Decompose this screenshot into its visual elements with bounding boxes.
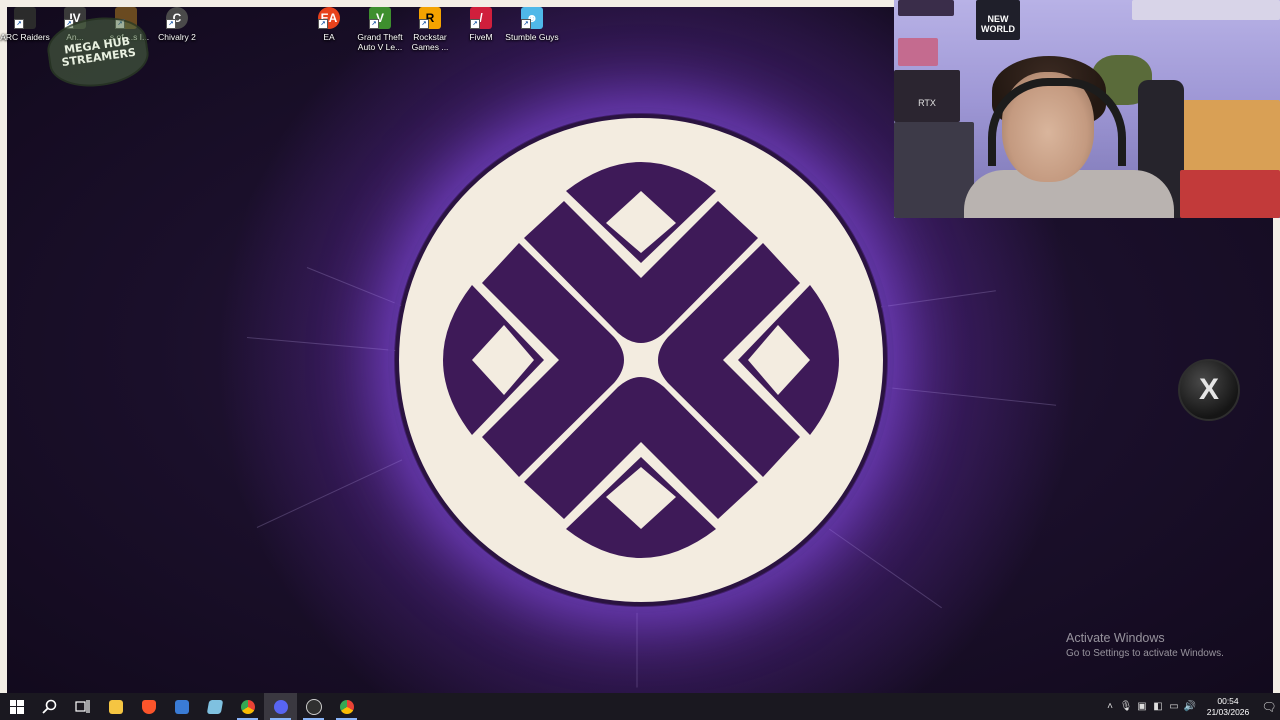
folder-icon [108, 699, 123, 714]
taskbar-app-file-explorer[interactable] [99, 693, 132, 720]
task-view-icon [75, 700, 90, 713]
gpu-box-text: RTX [918, 98, 936, 108]
taskbar: ˄ 🎙 ▣ ◧ ▭ 🔊 00:54 21/03/2026 🗨 [0, 693, 1280, 720]
poster [898, 0, 954, 16]
system-tray: ˄ 🎙 ▣ ◧ ▭ 🔊 00:54 21/03/2026 🗨 [1102, 693, 1280, 720]
desktop-icon-stumble-guys[interactable]: ☻ ↗ Stumble Guys [502, 7, 562, 42]
activate-windows-subtitle: Go to Settings to activate Windows. [1066, 648, 1224, 659]
wallpaper-emblem [394, 113, 888, 607]
rockstar-icon: R ↗ [419, 7, 441, 29]
microphone-icon[interactable]: 🎙 [1118, 701, 1134, 712]
clock-time: 00:54 [1217, 695, 1239, 706]
tray-app-icon[interactable]: ◧ [1150, 701, 1166, 712]
blanket [1180, 170, 1280, 218]
light-ray [876, 290, 996, 308]
poster [898, 38, 938, 66]
light-ray [256, 459, 403, 528]
gta-v-icon: V ↗ [369, 7, 391, 29]
poster-new-world-text: NEW WORLD [981, 14, 1015, 34]
arc-raiders-icon: ↗ [14, 7, 36, 29]
obs-icon [305, 698, 322, 715]
taskbar-app-store[interactable] [165, 693, 198, 720]
desk-shelf [894, 122, 974, 218]
activate-windows-watermark: Activate Windows Go to Settings to activ… [1066, 631, 1224, 659]
overlay-logo-text: MEGA HUB STREAMERS [60, 34, 137, 70]
light-ray [246, 337, 397, 352]
webcam-overlay: NEW WORLD RTX [894, 0, 1280, 218]
taskbar-app-obs[interactable] [297, 693, 330, 720]
ea-icon: EA ↗ [318, 7, 340, 29]
discord-icon [273, 699, 288, 714]
taskbar-clock[interactable]: 00:54 21/03/2026 [1204, 696, 1252, 718]
gpu-box: RTX [894, 70, 960, 122]
activate-windows-title: Activate Windows [1066, 631, 1165, 645]
desktop-icon-label: Chivalry 2 [158, 32, 196, 42]
fivem-icon: / ↗ [470, 7, 492, 29]
chrome-icon [339, 699, 354, 714]
poster-anime [1180, 100, 1280, 180]
desktop-icon-chivalry[interactable]: C ↗ Chivalry 2 [147, 7, 207, 42]
stumble-guys-icon: ☻ ↗ [521, 7, 543, 29]
desktop-icon-label: Stumble Guys [505, 32, 559, 42]
network-icon[interactable]: ▭ [1166, 701, 1182, 712]
brave-icon [141, 699, 156, 714]
store-icon [174, 699, 189, 714]
taskbar-app-brave[interactable] [132, 693, 165, 720]
poster-new-world: NEW WORLD [976, 0, 1020, 40]
notes-icon [206, 699, 223, 714]
windows-icon [9, 699, 24, 714]
floating-x-button[interactable]: X [1178, 359, 1240, 421]
start-button[interactable] [0, 693, 33, 720]
clock-date: 21/03/2026 [1206, 706, 1250, 717]
notification-icon[interactable]: 🗨 [1258, 700, 1280, 714]
display-icon[interactable]: ▣ [1134, 701, 1150, 712]
taskbar-app-notes[interactable] [198, 693, 231, 720]
light-ray [636, 607, 638, 688]
search-icon [42, 699, 57, 714]
light-ray [886, 387, 1057, 406]
chivalry-icon: C ↗ [166, 7, 188, 29]
task-view-button[interactable] [66, 693, 99, 720]
poster-strip [1132, 0, 1280, 20]
x-icon: X [1198, 373, 1219, 406]
emblem-graphic [395, 114, 887, 606]
search-button[interactable] [33, 693, 66, 720]
taskbar-app-chrome-2[interactable] [330, 693, 363, 720]
volume-icon[interactable]: 🔊 [1182, 701, 1198, 712]
chrome-icon [240, 699, 255, 714]
taskbar-app-discord[interactable] [264, 693, 297, 720]
taskbar-app-chrome[interactable] [231, 693, 264, 720]
chevron-up-icon[interactable]: ˄ [1102, 701, 1118, 712]
